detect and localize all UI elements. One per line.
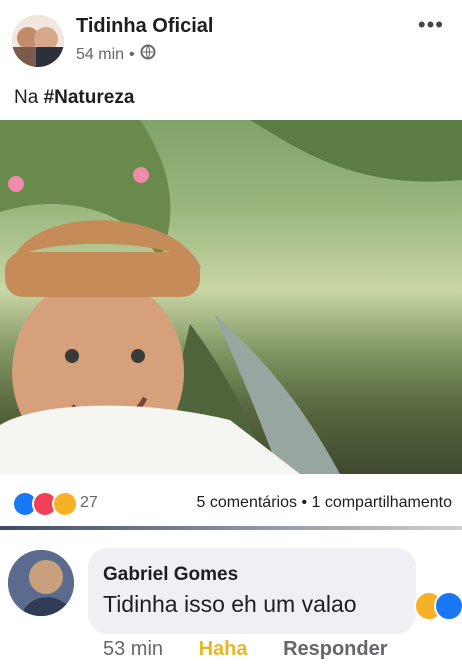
author-avatar[interactable] xyxy=(12,15,64,67)
reaction-icons xyxy=(12,491,78,517)
comment-text: Tidinha isso eh um valao xyxy=(103,591,357,617)
sad-icon xyxy=(52,491,78,517)
post-text-prefix: Na xyxy=(14,87,44,108)
post-author-name[interactable]: Tidinha Oficial xyxy=(76,15,213,38)
post-meta: 54 min • xyxy=(76,44,156,65)
post-text: Na #Natureza xyxy=(14,87,134,109)
reply-button[interactable]: Responder xyxy=(283,638,387,660)
globe-icon xyxy=(140,44,156,65)
section-divider xyxy=(0,526,462,530)
hashtag-link[interactable]: #Natureza xyxy=(44,87,135,108)
commenter-name[interactable]: Gabriel Gomes xyxy=(103,564,238,586)
comment-share-summary[interactable]: 5 comentários • 1 compartilhamento xyxy=(196,494,452,512)
comment-time[interactable]: 53 min xyxy=(103,638,163,660)
post-photo[interactable] xyxy=(0,120,462,474)
reaction-summary[interactable]: 27 5 comentários • 1 compartilhamento xyxy=(0,484,462,520)
post-time[interactable]: 54 min xyxy=(76,46,124,64)
comment-reactions[interactable] xyxy=(414,591,462,621)
more-options-icon[interactable]: ••• xyxy=(418,12,444,38)
separator-dot: • xyxy=(129,45,135,63)
like-icon xyxy=(434,591,462,621)
summary-dot: • xyxy=(301,494,312,511)
reaction-count[interactable]: 27 xyxy=(80,494,98,512)
shares-count[interactable]: 1 compartilhamento xyxy=(311,494,452,511)
haha-reaction-button[interactable]: Haha xyxy=(199,638,248,660)
commenter-avatar[interactable] xyxy=(8,550,74,616)
comment-actions: 53 min Haha Responder xyxy=(103,638,388,661)
comments-count[interactable]: 5 comentários xyxy=(196,494,297,511)
